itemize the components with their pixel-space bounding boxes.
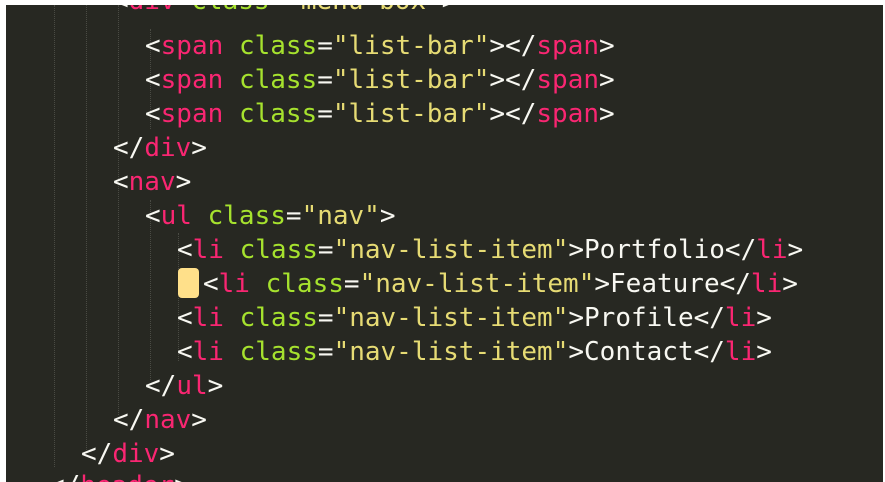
tag-name: li [192,337,224,367]
tag-name: li [192,303,224,333]
element-text: Feature [610,269,720,299]
code-line[interactable]: </nav> [113,403,207,437]
attr-name: class [239,235,318,265]
attr-value: "nav-list-item" [359,269,595,299]
code-line[interactable]: <div class="menu-box"> [113,5,457,18]
attr-value: "menu-box" [285,5,442,16]
code-line[interactable]: </div> [81,437,175,471]
tag-name: ul [160,201,192,231]
code-line[interactable]: <span class="list-bar"></span> [145,63,615,97]
code-line[interactable]: <li class="nav-list-item">Contact</li> [177,335,772,369]
element-text: Portfolio [584,235,725,265]
closing-tag-name: span [536,65,600,95]
attr-name: class [239,337,318,367]
attr-name: class [238,31,318,61]
tag-name: span [160,31,224,61]
code-line[interactable]: <span class="list-bar"></span> [145,97,615,131]
closing-tag-name: div [144,133,192,163]
attr-value: "nav-list-item" [333,235,569,265]
element-text: Contact [584,337,694,367]
closing-tag-name: li [756,235,788,265]
text-cursor [178,268,199,298]
closing-tag-name: li [750,269,783,299]
closing-tag-name: span [536,99,600,129]
closing-tag-name: div [112,439,160,469]
attr-value: "nav-list-item" [333,337,569,367]
tag-name: nav [128,167,176,197]
tag-name: span [160,99,224,129]
closing-tag-name: li [724,337,757,367]
code-line[interactable]: </header> [49,469,190,482]
attr-value: "nav" [301,201,380,231]
closing-tag-name: li [724,303,757,333]
closing-tag-name: nav [144,405,192,435]
code-line[interactable]: </div> [113,131,207,165]
code-line[interactable]: <li class="nav-list-item">Feature</li> [203,267,798,301]
code-line[interactable]: <ul class="nav"> [145,199,396,233]
code-line[interactable]: <nav> [113,165,191,199]
closing-tag-name: header [80,471,174,482]
closing-tag-name: span [536,31,600,61]
attr-name: class [207,201,286,231]
code-editor[interactable]: <div class="menu-box"> <span class="list… [6,5,883,482]
code-line[interactable]: </ul> [145,369,223,403]
attr-value: "list-bar" [332,31,490,61]
closing-tag-name: ul [176,371,208,401]
attr-name: class [191,5,269,16]
code-line[interactable]: <span class="list-bar"></span> [145,29,615,63]
attr-name: class [239,303,318,333]
attr-name: class [238,65,318,95]
attr-name: class [265,269,344,299]
code-line[interactable]: <li class="nav-list-item">Portfolio</li> [177,233,803,267]
tag-name: li [192,235,224,265]
tag-name: li [218,269,250,299]
code-line[interactable]: <li class="nav-list-item">Profile</li> [177,301,772,335]
attr-value: "nav-list-item" [333,303,569,333]
attr-name: class [238,99,318,129]
tag-name: div [129,5,176,16]
tag-name: span [160,65,224,95]
element-text: Profile [584,303,694,333]
attr-value: "list-bar" [332,65,490,95]
attr-value: "list-bar" [332,99,490,129]
indent-guide [86,5,87,450]
indent-guide [54,5,55,467]
indent-guide [118,5,119,415]
